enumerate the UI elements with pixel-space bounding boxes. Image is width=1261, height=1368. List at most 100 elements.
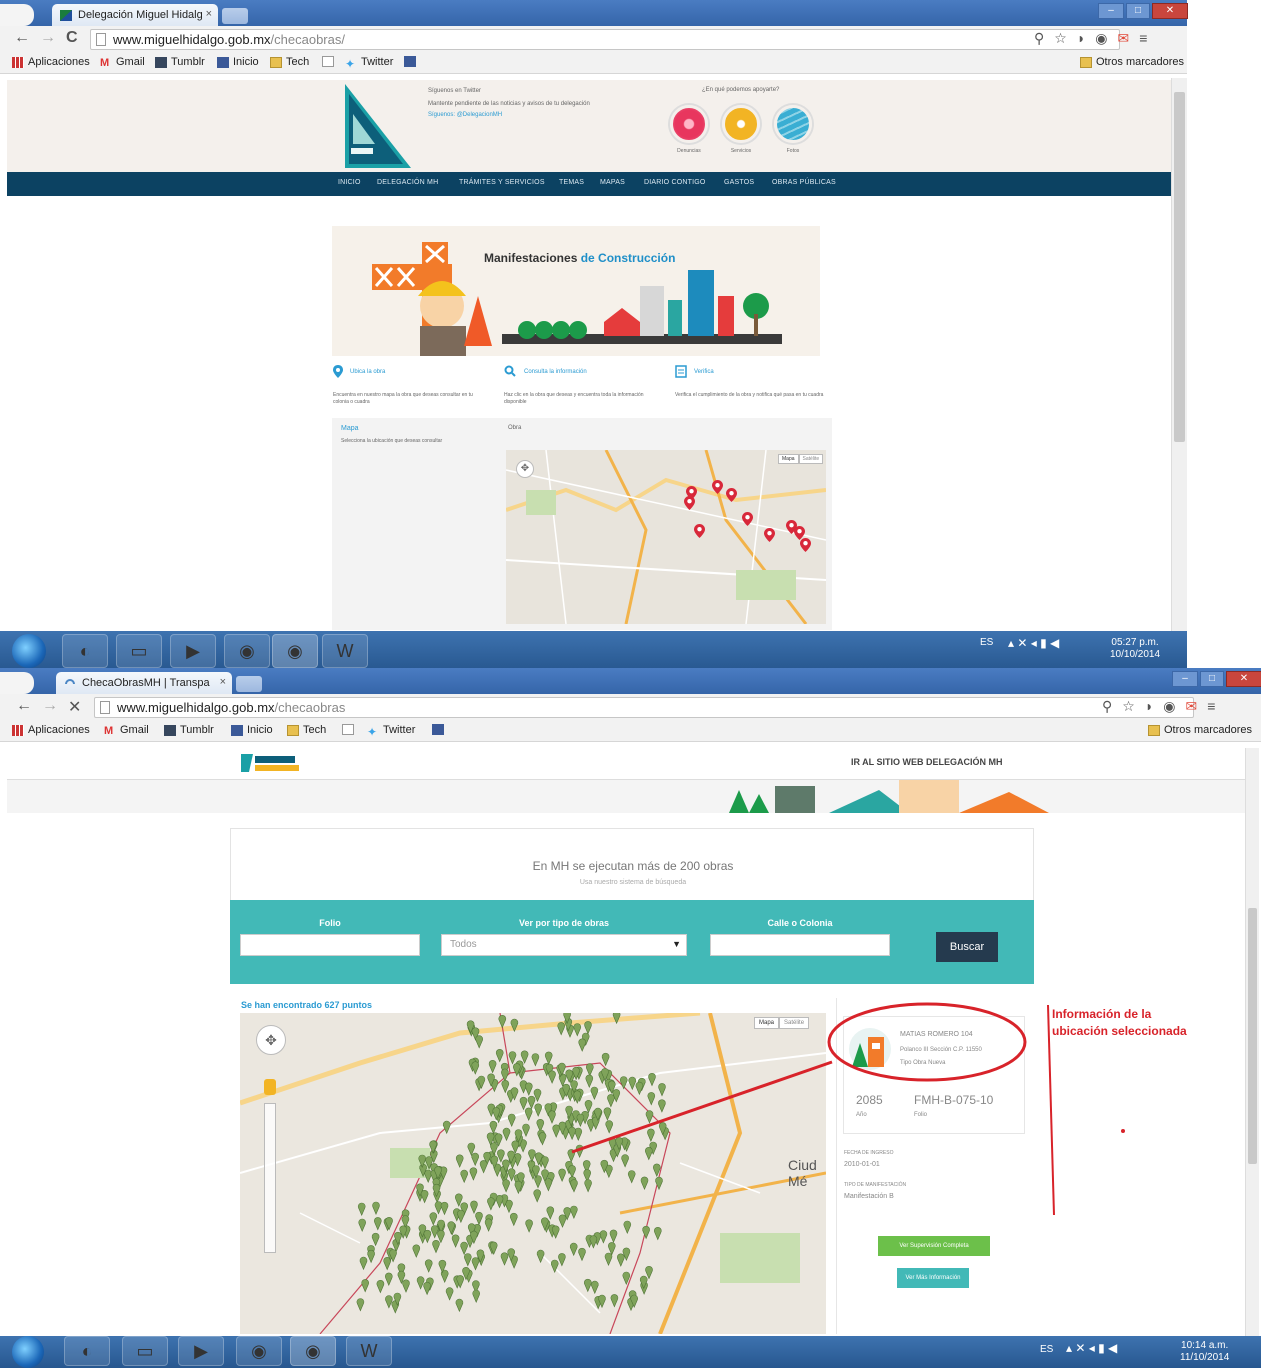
miguel-hidalgo-logo[interactable] [239, 750, 303, 776]
more-info-button[interactable]: Ver Más Información [897, 1268, 969, 1288]
nav-item[interactable]: GASTOS [724, 179, 754, 186]
word-icon[interactable]: W [346, 1336, 392, 1366]
explorer-icon[interactable]: ▭ [116, 634, 162, 668]
map-marker-icon[interactable] [764, 528, 775, 542]
page-scrollbar[interactable] [1245, 748, 1259, 1336]
twitter-handle[interactable]: Síguenos: @DelegacionMH [428, 112, 502, 118]
map-marker-icon[interactable] [800, 538, 811, 552]
go-to-site-link[interactable]: IR AL SITIO WEB DELEGACIÓN MH [851, 757, 1003, 767]
tray-language[interactable]: ES [980, 637, 993, 649]
start-icon[interactable] [12, 1336, 44, 1368]
page-scrollbar[interactable] [1171, 78, 1187, 631]
back-icon[interactable]: ← [14, 29, 30, 47]
close-window-icon[interactable]: ✕ [1226, 671, 1261, 687]
star-icon[interactable]: ☆ [1122, 698, 1135, 715]
tab-delegacion[interactable]: Delegación Miguel Hidalg × [52, 4, 218, 26]
media-player-icon[interactable]: ▶ [170, 634, 216, 668]
bookmark-tech[interactable]: Tech [270, 56, 309, 68]
map-marker-icon[interactable] [684, 496, 695, 510]
clock[interactable]: 05:27 p.m. 10/10/2014 [1110, 637, 1160, 661]
street-view-icon[interactable] [264, 1079, 276, 1095]
chrome-icon[interactable]: ◉ [224, 634, 270, 668]
pocket-icon[interactable]: ◉ [1095, 30, 1107, 47]
forward-icon[interactable]: → [40, 29, 56, 47]
zoom-icon[interactable]: ⚲ [1034, 30, 1044, 47]
forward-icon[interactable]: → [42, 697, 58, 715]
mail-extension-icon[interactable]: ✉ [1186, 698, 1198, 715]
chrome-icon[interactable]: ◉ [290, 1336, 336, 1366]
new-tab-button[interactable] [222, 8, 248, 24]
word-icon[interactable]: W [322, 634, 368, 668]
extension-icon[interactable]: ◗ [1077, 30, 1085, 47]
ie-icon[interactable]: ◐ [64, 1336, 110, 1366]
chrome-user-button[interactable] [0, 672, 34, 694]
nav-item[interactable]: DELEGACIÓN MH [377, 179, 438, 186]
bookmark-page[interactable] [322, 56, 334, 67]
address-bar[interactable]: www.miguelhidalgo.gob.mx/checaobras [94, 697, 1194, 718]
tab-close-icon[interactable]: × [220, 676, 226, 688]
bookmark-tumblr[interactable]: Tumblr [164, 724, 214, 736]
map-view[interactable]: ✥ Mapa Satélite [506, 450, 826, 624]
bookmark-apps[interactable]: Aplicaciones [12, 724, 90, 736]
zoom-slider[interactable] [264, 1103, 276, 1253]
maximize-icon[interactable]: □ [1200, 671, 1224, 687]
map-marker-icon[interactable] [742, 512, 753, 526]
delegacion-logo[interactable] [345, 84, 411, 168]
bookmark-inicio[interactable]: Inicio [231, 724, 273, 736]
extension-icon[interactable]: ◗ [1145, 698, 1153, 715]
reload-icon[interactable]: C [66, 29, 78, 47]
bookmark-apps[interactable]: Aplicaciones [12, 56, 90, 68]
other-bookmarks[interactable]: Otros marcadores [1080, 56, 1184, 68]
minimize-icon[interactable]: – [1172, 671, 1198, 687]
view-supervision-button[interactable]: Ver Supervisión Completa [878, 1236, 990, 1256]
maximize-icon[interactable]: □ [1126, 3, 1150, 19]
ie-icon[interactable]: ◐ [62, 634, 108, 668]
tab-close-icon[interactable]: × [206, 8, 212, 20]
map-marker-icon[interactable] [726, 488, 737, 502]
nav-item[interactable]: TRÁMITES Y SERVICIOS [459, 179, 545, 186]
map-type-map-button[interactable]: Mapa [778, 454, 799, 464]
fotos-circle-icon[interactable] [774, 105, 812, 143]
nav-item[interactable]: MAPAS [600, 179, 625, 186]
menu-icon[interactable]: ≡ [1207, 698, 1215, 715]
star-icon[interactable]: ☆ [1054, 30, 1067, 47]
map-pan-control[interactable]: ✥ [256, 1025, 286, 1055]
bookmark-gmail[interactable]: M Gmail [100, 56, 145, 69]
bookmark-twitter[interactable]: ✦ Twitter [345, 56, 393, 71]
tab-checaobras[interactable]: ChecaObrasMH | Transpa × [56, 672, 232, 694]
address-bar[interactable]: www.miguelhidalgo.gob.mx/checaobras/ [90, 29, 1120, 50]
bookmark-tumblr[interactable]: Tumblr [155, 56, 205, 68]
back-icon[interactable]: ← [16, 697, 32, 715]
menu-icon[interactable]: ≡ [1139, 30, 1147, 47]
bookmark-facebook[interactable] [404, 56, 416, 67]
media-player-icon[interactable]: ▶ [178, 1336, 224, 1366]
map-type-satellite-button[interactable]: Satélite [798, 454, 824, 464]
map-marker-icon[interactable] [694, 524, 705, 538]
pocket-icon[interactable]: ◉ [1163, 698, 1175, 715]
clock[interactable]: 10:14 a.m. 11/10/2014 [1180, 1340, 1229, 1364]
map-pan-control[interactable]: ✥ [516, 460, 534, 478]
tray-icons[interactable]: ▴ ✕ ◂ ▮ ◀ [1066, 1342, 1117, 1354]
bookmark-inicio[interactable]: Inicio [217, 56, 259, 68]
servicios-circle-icon[interactable] [722, 105, 760, 143]
tipo-select[interactable]: Todos ▼ [441, 934, 687, 956]
minimize-icon[interactable]: – [1098, 3, 1124, 19]
bookmark-gmail[interactable]: M Gmail [104, 724, 149, 737]
bookmark-facebook[interactable] [432, 724, 444, 735]
chrome-user-button[interactable] [0, 4, 34, 26]
bookmark-twitter[interactable]: ✦ Twitter [367, 724, 415, 739]
nav-item[interactable]: OBRAS PÚBLICAS [772, 179, 836, 186]
denuncias-circle-icon[interactable] [670, 105, 708, 143]
other-bookmarks[interactable]: Otros marcadores [1148, 724, 1252, 736]
tray-icons[interactable]: ▴ ✕ ◂ ▮ ◀ [1008, 637, 1059, 649]
new-tab-button[interactable] [236, 676, 262, 692]
zoom-icon[interactable]: ⚲ [1102, 698, 1112, 715]
bookmark-page[interactable] [342, 724, 354, 735]
tray-language[interactable]: ES [1040, 1344, 1053, 1356]
mail-extension-icon[interactable]: ✉ [1118, 30, 1130, 47]
chrome-icon[interactable]: ◉ [272, 634, 318, 668]
folio-input[interactable] [240, 934, 420, 956]
search-button[interactable]: Buscar [936, 932, 998, 962]
nav-item[interactable]: INICIO [338, 179, 361, 186]
stop-icon[interactable]: ✕ [68, 697, 81, 717]
